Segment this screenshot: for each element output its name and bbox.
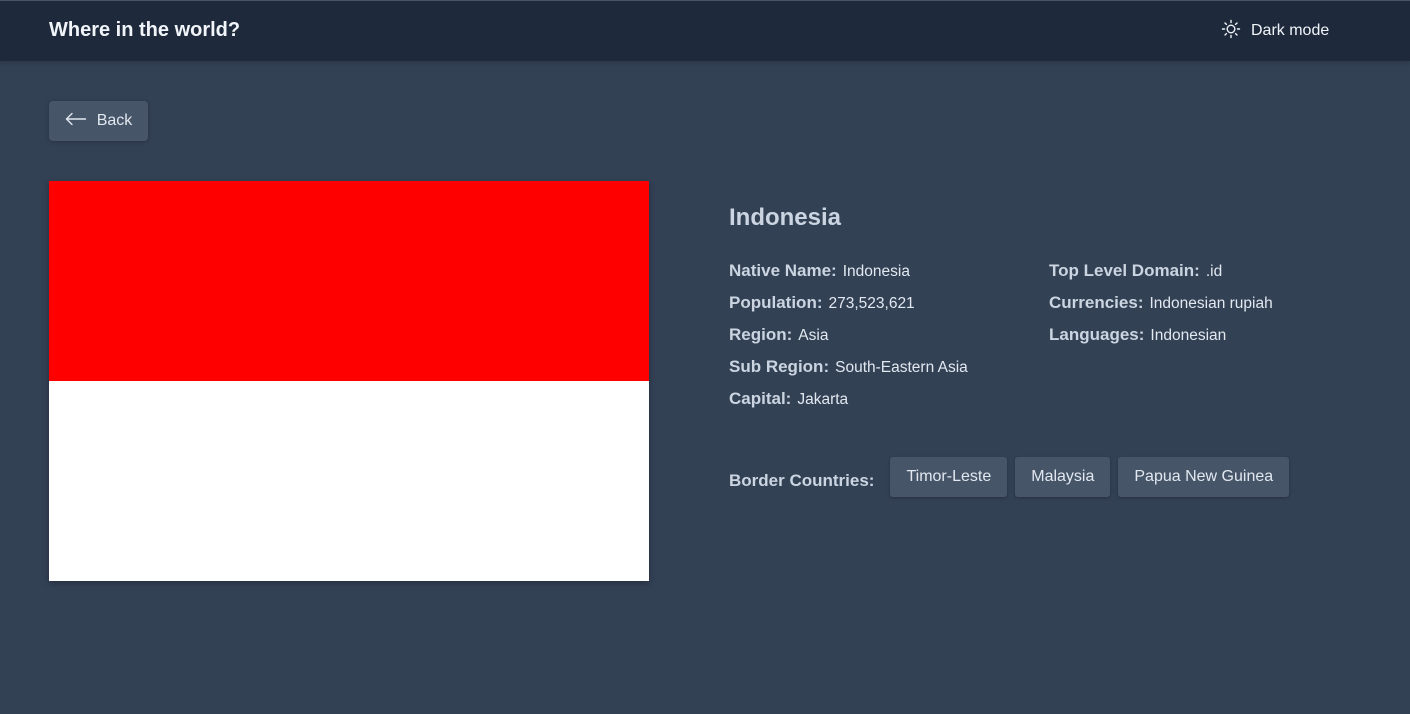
detail-value: South-Eastern Asia xyxy=(835,359,968,376)
app-header: Where in the world? Dark mode xyxy=(0,0,1410,61)
country-name: Indonesia xyxy=(729,204,842,231)
detail-label: Population: xyxy=(729,293,823,312)
detail-native-name: Native Name: Indonesia xyxy=(729,260,968,292)
detail-top-level-domain: Top Level Domain: .id xyxy=(1049,260,1273,292)
back-label: Back xyxy=(96,112,133,129)
detail-population: Population: 273,523,621 xyxy=(729,292,968,324)
back-button[interactable]: Back xyxy=(49,101,148,141)
detail-label: Native Name: xyxy=(729,261,837,280)
detail-label: Languages: xyxy=(1049,325,1145,344)
flag-top-stripe xyxy=(49,181,649,381)
border-country-button[interactable]: Papua New Guinea xyxy=(1118,457,1290,497)
country-flag xyxy=(49,181,649,581)
details-right: Top Level Domain: .id Currencies: Indonesi… xyxy=(1049,260,1273,356)
detail-label: Currencies: xyxy=(1049,293,1144,312)
arrow-left-icon xyxy=(65,112,87,131)
detail-region: Region: Asia xyxy=(729,324,968,356)
details-left: Native Name: Indonesia Population: 273,523… xyxy=(729,260,968,420)
detail-label: Capital: xyxy=(729,389,792,408)
detail-currencies: Currencies: Indonesian rupiah xyxy=(1049,292,1273,324)
border-countries-label: Border Countries: xyxy=(729,471,875,490)
detail-value: Indonesian rupiah xyxy=(1149,295,1273,312)
detail-sub-region: Sub Region: South-Eastern Asia xyxy=(729,356,968,388)
border-country-button[interactable]: Timor-Leste xyxy=(890,457,1008,497)
dark-mode-label: Dark mode xyxy=(1251,22,1330,39)
sun-icon xyxy=(1221,19,1241,44)
detail-value: Asia xyxy=(798,327,829,344)
detail-label: Region: xyxy=(729,325,793,344)
detail-value: Jakarta xyxy=(797,391,849,408)
detail-capital: Capital: Jakarta xyxy=(729,388,968,420)
border-countries: Border Countries: Timor-Leste Malaysia P… xyxy=(729,457,1290,497)
border-country-button[interactable]: Malaysia xyxy=(1015,457,1111,497)
detail-languages: Languages: Indonesian xyxy=(1049,324,1273,356)
detail-value: Indonesian xyxy=(1150,327,1227,344)
detail-value: 273,523,621 xyxy=(828,295,915,312)
dark-mode-toggle[interactable]: Dark mode xyxy=(1221,19,1330,44)
app-title: Where in the world? xyxy=(49,19,241,41)
detail-value: .id xyxy=(1205,263,1223,280)
flag-bottom-stripe xyxy=(49,381,649,581)
detail-value: Indonesia xyxy=(842,263,910,280)
detail-label: Top Level Domain: xyxy=(1049,261,1200,280)
detail-label: Sub Region: xyxy=(729,357,830,376)
